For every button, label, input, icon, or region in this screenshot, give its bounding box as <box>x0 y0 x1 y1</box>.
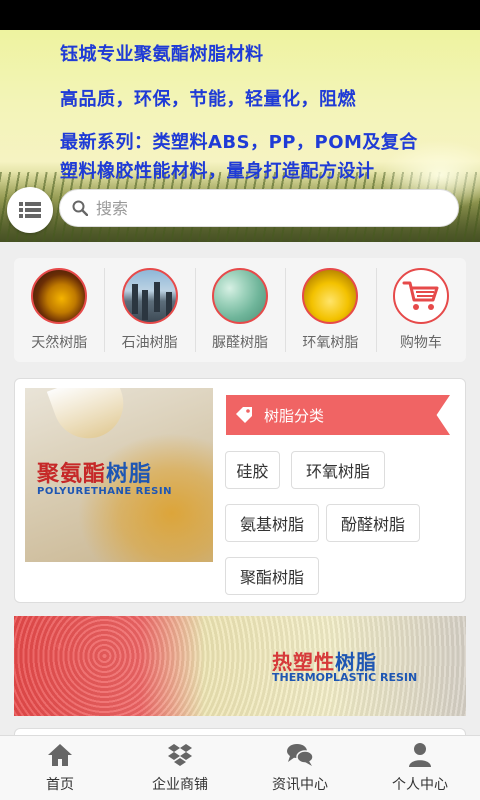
category-label: 环氧树脂 <box>302 335 359 351</box>
category-label: 石油树脂 <box>121 335 178 351</box>
hero-series-line-2: 塑料橡胶性能材料，量身打造配方设计 <box>60 161 375 182</box>
bottom-tab-bar: 首页 企业商铺 资讯中心 个人中心 <box>0 735 480 800</box>
tab-news[interactable]: 资讯中心 <box>240 736 360 800</box>
resin-category-ribbon: 树脂分类 <box>226 395 450 435</box>
hero-headline: 钰城专业聚氨酯树脂材料 <box>60 44 264 65</box>
tab-profile[interactable]: 个人中心 <box>360 736 480 800</box>
category-nav: 天然树脂 石油树脂 脲醛树脂 环氧树脂 购物车 <box>14 258 466 362</box>
tab-shop[interactable]: 企业商铺 <box>120 736 240 800</box>
tag-polyester-resin[interactable]: 聚酯树脂 <box>225 557 319 595</box>
category-shopping-cart[interactable]: 购物车 <box>375 258 466 362</box>
category-label: 天然树脂 <box>31 335 88 351</box>
menu-button[interactable] <box>7 187 53 233</box>
category-petroleum-resin[interactable]: 石油树脂 <box>104 258 194 362</box>
resin-category-card: 聚氨酯树脂 POLYURETHANE RESIN 树脂分类 硅胶 环氧树脂 氨基… <box>14 378 466 603</box>
urea-resin-image <box>212 268 269 324</box>
tab-label: 企业商铺 <box>152 777 208 793</box>
shopping-cart-icon <box>402 281 439 310</box>
polyurethane-title-blue: 树脂 <box>106 462 153 487</box>
status-bar <box>0 0 480 30</box>
polyurethane-title: 聚氨酯树脂 <box>37 456 152 488</box>
category-label: 购物车 <box>399 335 442 351</box>
polyurethane-title-red: 聚氨酯 <box>37 462 107 487</box>
tab-label: 资讯中心 <box>272 777 328 793</box>
epoxy-resin-image <box>302 268 359 324</box>
tag-silicone[interactable]: 硅胶 <box>225 451 280 489</box>
category-epoxy-resin[interactable]: 环氧树脂 <box>285 258 375 362</box>
search-icon <box>72 200 88 216</box>
user-icon <box>409 743 431 767</box>
tag-phenolic-resin[interactable]: 酚醛树脂 <box>326 504 420 542</box>
tab-label: 个人中心 <box>392 777 448 793</box>
polyurethane-resin-image[interactable]: 聚氨酯树脂 POLYURETHANE RESIN <box>25 388 213 562</box>
list-menu-icon <box>19 202 41 218</box>
tag-amino-resin[interactable]: 氨基树脂 <box>225 504 319 542</box>
thermoplastic-subtitle: THERMOPLASTIC RESIN <box>272 671 418 684</box>
natural-resin-image <box>31 268 88 324</box>
tab-label: 首页 <box>46 777 74 793</box>
tag-epoxy-resin[interactable]: 环氧树脂 <box>291 451 385 489</box>
polyurethane-subtitle: POLYURETHANE RESIN <box>37 486 172 497</box>
thermoplastic-resin-banner[interactable]: 热塑性树脂 THERMOPLASTIC RESIN <box>14 616 466 716</box>
search-bar[interactable] <box>59 189 459 227</box>
shopping-cart-thumb <box>392 268 449 324</box>
petroleum-refinery-image <box>121 268 178 324</box>
hero-series-line-1: 最新系列：类塑料ABS，PP，POM及复合 <box>60 132 418 153</box>
chat-bubbles-icon <box>287 744 314 766</box>
category-urea-resin[interactable]: 脲醛树脂 <box>194 258 285 362</box>
category-natural-resin[interactable]: 天然树脂 <box>14 258 104 362</box>
dropbox-icon <box>168 744 192 766</box>
tag-icon <box>236 407 252 423</box>
hero-features: 高品质，环保，节能，轻量化，阻燃 <box>60 89 356 110</box>
tab-home[interactable]: 首页 <box>0 736 120 800</box>
category-label: 脲醛树脂 <box>212 335 269 351</box>
resin-category-title: 树脂分类 <box>264 406 325 425</box>
home-icon <box>48 744 72 766</box>
search-input[interactable] <box>96 198 436 218</box>
